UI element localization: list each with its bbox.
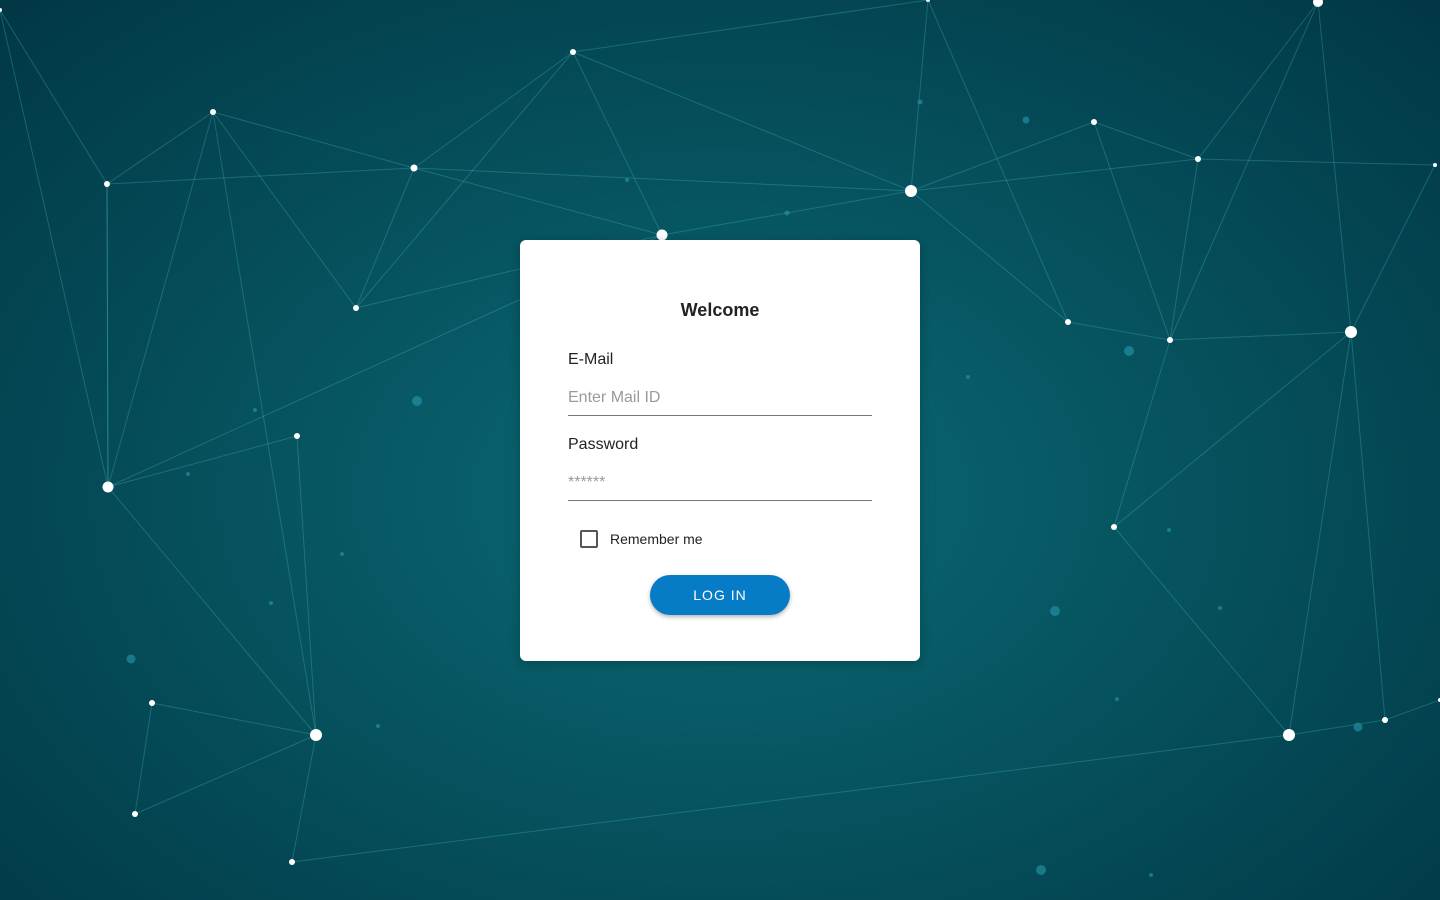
network-node bbox=[1382, 717, 1388, 723]
network-line bbox=[1350, 331, 1386, 721]
network-node bbox=[294, 433, 300, 439]
remember-me-label: Remember me bbox=[610, 531, 703, 547]
remember-me-checkbox[interactable] bbox=[580, 530, 598, 548]
network-node bbox=[1065, 319, 1071, 325]
network-node-faint bbox=[966, 375, 970, 379]
network-line bbox=[1288, 331, 1352, 736]
network-line bbox=[134, 702, 153, 815]
network-line bbox=[1197, 158, 1436, 166]
network-node-faint bbox=[1022, 116, 1030, 124]
network-node bbox=[1283, 729, 1295, 741]
network-node bbox=[656, 229, 668, 241]
network-line bbox=[1093, 121, 1199, 160]
network-node bbox=[926, 0, 930, 2]
network-line bbox=[106, 111, 214, 185]
page-title: Welcome bbox=[680, 300, 760, 320]
network-node bbox=[905, 185, 917, 197]
network-node-faint bbox=[1036, 865, 1046, 875]
network-line bbox=[1093, 121, 1171, 341]
email-label: E-Mail bbox=[568, 351, 614, 368]
network-node-faint bbox=[1149, 873, 1153, 877]
network-node bbox=[310, 729, 322, 741]
network-node bbox=[1111, 524, 1117, 530]
network-line bbox=[1067, 321, 1171, 341]
network-node-faint bbox=[253, 408, 257, 412]
network-line bbox=[106, 167, 415, 185]
network-node-faint bbox=[1218, 606, 1222, 610]
network-node bbox=[0, 8, 2, 12]
password-label: Password bbox=[568, 436, 639, 453]
network-node bbox=[132, 811, 138, 817]
network-node bbox=[1167, 337, 1173, 343]
network-node bbox=[104, 181, 110, 187]
network-line bbox=[927, 0, 1069, 323]
network-line bbox=[134, 734, 317, 815]
network-node bbox=[1091, 119, 1097, 125]
network-line bbox=[355, 167, 415, 309]
network-node-faint bbox=[412, 396, 422, 406]
network-line bbox=[291, 734, 317, 863]
network-line bbox=[212, 111, 415, 169]
email-field[interactable] bbox=[568, 384, 872, 416]
network-node bbox=[353, 305, 359, 311]
network-line bbox=[910, 190, 1069, 323]
network-line bbox=[1113, 331, 1352, 528]
network-line bbox=[107, 111, 214, 488]
network-line bbox=[1317, 1, 1352, 333]
network-node-faint bbox=[917, 99, 923, 105]
network-node-faint bbox=[340, 552, 344, 556]
network-line bbox=[1384, 699, 1440, 721]
remember-me-row[interactable]: Remember me bbox=[580, 529, 872, 549]
network-line bbox=[0, 9, 109, 488]
login-button[interactable]: LOG IN bbox=[650, 575, 790, 615]
password-field[interactable] bbox=[568, 469, 872, 501]
network-line bbox=[572, 51, 912, 192]
network-node-faint bbox=[186, 472, 190, 476]
login-card: Welcome E-Mail Password Remember me LOG … bbox=[520, 240, 920, 661]
network-node bbox=[149, 700, 155, 706]
network-node-faint bbox=[1353, 722, 1363, 732]
network-node bbox=[1345, 326, 1357, 338]
network-line bbox=[1169, 331, 1352, 341]
network-line bbox=[212, 111, 357, 309]
network-node bbox=[1195, 156, 1201, 162]
network-node bbox=[210, 109, 216, 115]
network-line bbox=[291, 734, 1290, 863]
network-node bbox=[410, 164, 418, 172]
network-line bbox=[1288, 719, 1386, 736]
network-node bbox=[1433, 163, 1437, 167]
network-line bbox=[212, 111, 317, 736]
network-line bbox=[1350, 164, 1436, 333]
network-node-faint bbox=[126, 654, 136, 664]
network-line bbox=[910, 0, 929, 192]
network-node-faint bbox=[1167, 528, 1171, 532]
network-line bbox=[1113, 526, 1290, 736]
network-line bbox=[0, 9, 108, 185]
network-node bbox=[102, 481, 114, 493]
network-line bbox=[151, 702, 317, 736]
network-node-faint bbox=[269, 601, 273, 605]
network-line bbox=[1197, 1, 1319, 160]
network-line bbox=[106, 183, 109, 488]
network-node-faint bbox=[1124, 346, 1134, 356]
network-line bbox=[413, 167, 912, 192]
network-node bbox=[570, 49, 576, 55]
network-node-faint bbox=[1050, 606, 1060, 616]
network-line bbox=[572, 0, 929, 53]
network-node bbox=[289, 859, 295, 865]
network-node-faint bbox=[625, 178, 629, 182]
network-node-faint bbox=[1115, 697, 1119, 701]
network-node-faint bbox=[376, 724, 380, 728]
network-line bbox=[107, 486, 317, 736]
network-line bbox=[572, 51, 663, 236]
network-line bbox=[413, 51, 574, 169]
network-line bbox=[1113, 339, 1171, 528]
network-line bbox=[1169, 158, 1199, 341]
network-line bbox=[296, 435, 317, 736]
network-line bbox=[1169, 1, 1319, 341]
network-node-faint bbox=[784, 210, 790, 216]
